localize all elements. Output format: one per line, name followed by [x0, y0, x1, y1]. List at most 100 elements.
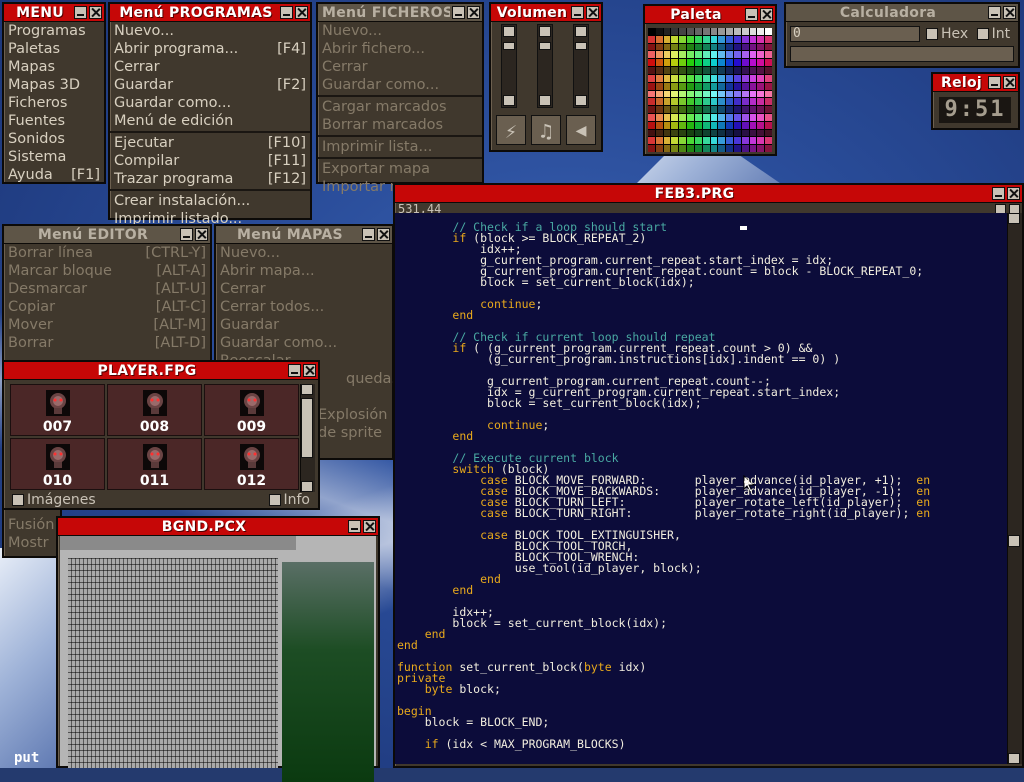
palette-swatch[interactable] — [655, 113, 663, 121]
palette-swatch[interactable] — [663, 59, 671, 67]
palette-swatch[interactable] — [655, 28, 663, 35]
palette-swatch[interactable] — [749, 35, 757, 43]
menu-item-programas[interactable]: Programas — [4, 22, 104, 40]
palette-swatch[interactable] — [741, 43, 749, 51]
palette-swatch[interactable] — [655, 59, 663, 67]
palette-swatch[interactable] — [663, 106, 671, 113]
menu-item-mapas-3d[interactable]: Mapas 3D — [4, 76, 104, 94]
code-editor-titlebar[interactable]: FEB3.PRG — [395, 185, 1022, 203]
palette-swatch[interactable] — [757, 35, 765, 43]
palette-swatch[interactable] — [765, 145, 772, 152]
palette-swatch[interactable] — [702, 43, 710, 51]
palette-swatch[interactable] — [749, 98, 757, 106]
palette-swatch[interactable] — [710, 90, 718, 98]
palette-swatch[interactable] — [757, 98, 765, 106]
palette-swatch[interactable] — [749, 43, 757, 51]
palette-swatch[interactable] — [741, 35, 749, 43]
clock-titlebar[interactable]: Reloj — [933, 74, 1018, 92]
palette-swatch[interactable] — [687, 28, 694, 35]
palette-swatch[interactable] — [671, 121, 679, 129]
player-fpg-titlebar[interactable]: PLAYER.FPG — [4, 362, 318, 380]
palette-swatch[interactable] — [694, 121, 702, 129]
palette-swatch[interactable] — [648, 121, 655, 129]
code-scrollbar[interactable] — [1007, 213, 1022, 764]
palette-swatch[interactable] — [694, 51, 702, 59]
palette-swatch[interactable] — [679, 121, 687, 129]
palette-swatch[interactable] — [679, 67, 687, 74]
palette-swatch[interactable] — [648, 82, 655, 90]
sprite-cell[interactable]: 010 — [10, 438, 105, 490]
close-icon[interactable] — [295, 6, 308, 19]
close-icon[interactable] — [467, 6, 480, 19]
minimize-icon[interactable] — [180, 228, 193, 241]
palette-swatch[interactable] — [702, 121, 710, 129]
scroll-up-icon[interactable] — [301, 384, 313, 395]
palette-swatch[interactable] — [687, 121, 694, 129]
palette-swatch[interactable] — [757, 113, 765, 121]
palette-swatch[interactable] — [749, 145, 757, 152]
palette-swatch[interactable] — [718, 59, 726, 67]
palette-swatch[interactable] — [663, 43, 671, 51]
palette-swatch[interactable] — [655, 67, 663, 74]
palette-swatch[interactable] — [702, 137, 710, 145]
minimize-icon[interactable] — [74, 6, 87, 19]
slider-down-icon[interactable] — [539, 95, 551, 106]
palette-swatch[interactable] — [765, 43, 772, 51]
palette-swatch[interactable] — [648, 59, 655, 67]
palette-swatch[interactable] — [702, 113, 710, 121]
palette-swatch[interactable] — [757, 145, 765, 152]
palette-swatch[interactable] — [702, 90, 710, 98]
palette-swatch[interactable] — [663, 145, 671, 152]
palette-swatch[interactable] — [671, 59, 679, 67]
sprite-cell[interactable]: 007 — [10, 384, 105, 436]
palette-swatch[interactable] — [702, 35, 710, 43]
palette-swatch[interactable] — [702, 74, 710, 82]
palette-swatch[interactable] — [765, 51, 772, 59]
volume-slider[interactable] — [501, 24, 517, 108]
palette-swatch[interactable] — [765, 98, 772, 106]
code-text-area[interactable]: // Check if a loop should start if (bloc… — [395, 213, 1008, 764]
palette-swatch[interactable] — [655, 51, 663, 59]
files-item[interactable]: Borrar marcados — [318, 116, 482, 134]
close-icon[interactable] — [363, 520, 376, 533]
maps-item[interactable]: Cerrar — [216, 280, 392, 298]
palette-swatch[interactable] — [765, 74, 772, 82]
palette-swatch[interactable] — [741, 59, 749, 67]
palette-swatch[interactable] — [687, 82, 694, 90]
palette-swatch[interactable] — [710, 67, 718, 74]
palette-swatch[interactable] — [749, 106, 757, 113]
palette-swatch[interactable] — [710, 43, 718, 51]
palette-swatch[interactable] — [765, 67, 772, 74]
palette-swatch[interactable] — [726, 106, 733, 113]
files-item[interactable]: Imprimir lista... — [318, 138, 482, 156]
palette-swatch[interactable] — [702, 145, 710, 152]
programs-item[interactable]: Trazar programa [F12] — [110, 170, 310, 188]
palette-swatch[interactable] — [757, 51, 765, 59]
palette-swatch[interactable] — [671, 113, 679, 121]
maps-item[interactable]: Guardar — [216, 316, 392, 334]
slider-up-icon[interactable] — [575, 26, 587, 37]
close-icon[interactable] — [1003, 6, 1016, 19]
programs-menu-titlebar[interactable]: Menú PROGRAMAS — [110, 4, 310, 22]
palette-swatch[interactable] — [694, 145, 702, 152]
palette-swatch[interactable] — [726, 43, 733, 51]
programs-item[interactable]: Guardar [F2] — [110, 76, 310, 94]
palette-swatch[interactable] — [687, 43, 694, 51]
palette-swatch[interactable] — [726, 137, 733, 145]
maps-item[interactable]: Nuevo... — [216, 244, 392, 262]
palette-swatch[interactable] — [765, 121, 772, 129]
palette-swatch[interactable] — [718, 51, 726, 59]
palette-swatch[interactable] — [741, 98, 749, 106]
palette-swatch[interactable] — [702, 59, 710, 67]
palette-swatch[interactable] — [687, 145, 694, 152]
palette-swatch[interactable] — [726, 28, 733, 35]
speaker-button[interactable]: ◀ — [566, 115, 596, 145]
palette-swatch[interactable] — [733, 98, 741, 106]
programs-item[interactable]: Abrir programa... [F4] — [110, 40, 310, 58]
palette-swatch[interactable] — [757, 129, 765, 137]
minimize-icon[interactable] — [348, 520, 361, 533]
palette-swatch[interactable] — [687, 90, 694, 98]
sprite-cell[interactable]: 009 — [204, 384, 299, 436]
palette-swatch[interactable] — [757, 67, 765, 74]
editor-item[interactable]: Borrar línea [CTRL-Y] — [4, 244, 210, 262]
